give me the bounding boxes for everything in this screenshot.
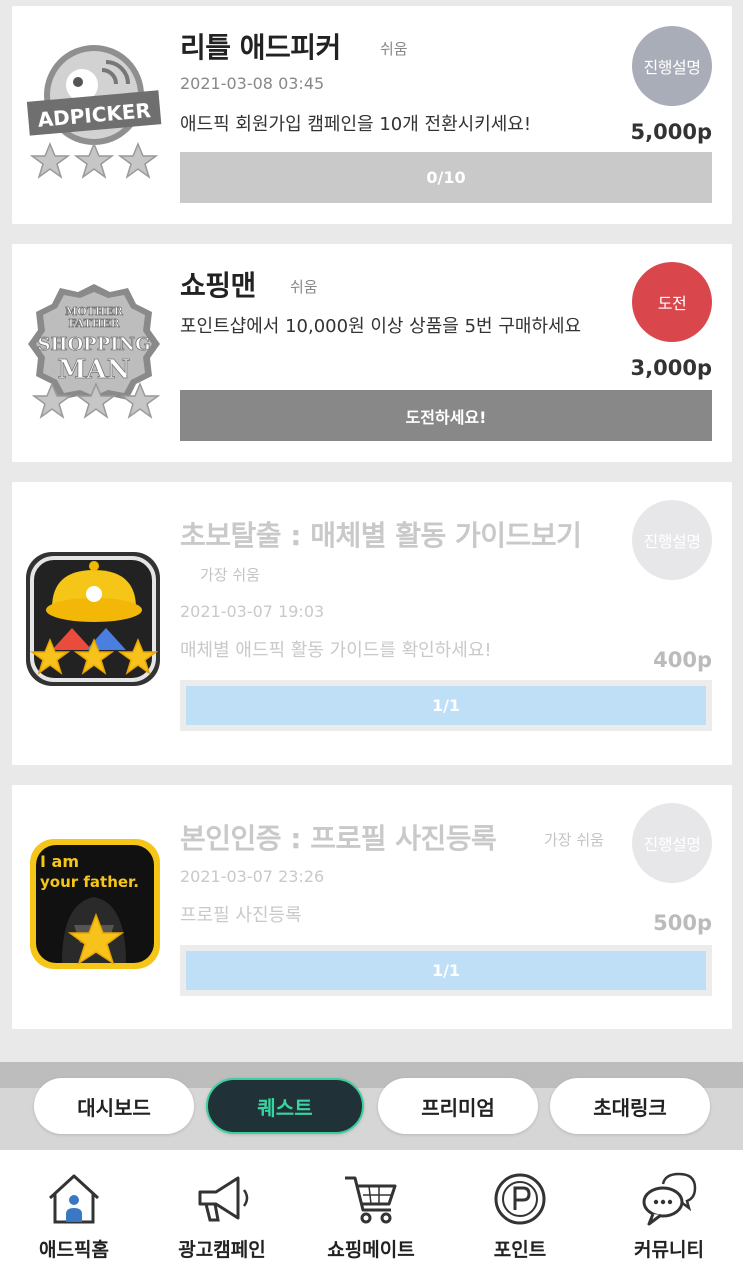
badge-text: I am	[40, 852, 79, 871]
tab-quest[interactable]: 퀘스트	[206, 1078, 364, 1134]
quest-title: 본인인증 : 프로필 사진등록	[180, 822, 497, 855]
quest-date: 2021-03-07 23:26	[180, 867, 325, 886]
your-father-badge-icon: I am your father.	[30, 839, 160, 969]
adpicker-badge-icon: ADPICKER	[26, 45, 162, 179]
challenge-label: 도전하세요!	[405, 407, 487, 427]
status-badge[interactable]: 진행설명	[632, 803, 712, 883]
tab-dashboard[interactable]: 대시보드	[34, 1078, 194, 1134]
quest-points: 500p	[653, 911, 712, 935]
progress-label: 1/1	[431, 961, 461, 980]
nav-label: 애드픽홈	[39, 1239, 109, 1261]
quest-points: 400p	[653, 648, 712, 672]
nav-item-home[interactable]: 애드픽홈	[0, 1150, 148, 1273]
beginner-hat-badge-icon	[26, 552, 160, 686]
quest-description: 애드픽 회원가입 캠페인을 10개 전환시키세요!	[180, 114, 532, 135]
progress-fill: 1/1	[186, 686, 706, 725]
svg-text:FATHER: FATHER	[68, 317, 120, 330]
tab-premium[interactable]: 프리미엄	[378, 1078, 538, 1134]
quest-description: 프로필 사진등록	[180, 905, 302, 926]
nav-item-shopping-mate[interactable]: 쇼핑메이트	[297, 1150, 445, 1273]
quest-difficulty: 쉬움	[290, 278, 318, 296]
quest-card[interactable]: MOTHER FATHER SHOPPING MAN 쇼핑맨 쉬움 포인트샵에서…	[12, 244, 732, 462]
nav-label: 광고캠페인	[178, 1239, 266, 1261]
nav-label: 쇼핑메이트	[327, 1239, 415, 1261]
progress-bar: 1/1	[180, 945, 712, 996]
progress-label: 0/10	[426, 168, 466, 187]
progress-label: 1/1	[431, 696, 461, 715]
quest-date: 2021-03-07 19:03	[180, 602, 325, 621]
tab-invite-link[interactable]: 초대링크	[550, 1078, 710, 1134]
home-icon	[48, 1174, 100, 1224]
quest-title: 쇼핑맨	[180, 269, 256, 302]
quest-title: 리틀 애드피커	[180, 31, 341, 64]
status-badge[interactable]: 진행설명	[632, 26, 712, 106]
quest-difficulty: 가장 쉬움	[200, 566, 260, 584]
progress-fill: 1/1	[186, 951, 706, 990]
quest-points: 5,000p	[630, 120, 712, 144]
quest-card[interactable]: I am your father. 본인인증 : 프로필 사진등록 가장 쉬움 …	[12, 785, 732, 1029]
nav-label: 커뮤니티	[634, 1239, 704, 1261]
progress-bar: 0/10	[180, 152, 712, 203]
quest-date: 2021-03-08 03:45	[180, 74, 325, 93]
quest-card[interactable]: ADPICKER 리틀 애드피커 쉬움 2021-03-08 03:45 애드픽…	[12, 6, 732, 224]
chat-bubbles-icon	[642, 1172, 697, 1226]
shopping-man-badge-icon: MOTHER FATHER SHOPPING MAN	[28, 284, 161, 419]
nav-item-point[interactable]: 포인트	[446, 1150, 594, 1273]
quest-description: 매체별 애드픽 활동 가이드를 확인하세요!	[180, 640, 492, 661]
quest-points: 3,000p	[630, 356, 712, 380]
status-badge[interactable]: 진행설명	[632, 500, 712, 580]
nav-item-community[interactable]: 커뮤니티	[595, 1150, 743, 1273]
quest-difficulty: 가장 쉬움	[544, 831, 604, 849]
nav-label: 포인트	[493, 1239, 547, 1261]
megaphone-icon	[198, 1176, 249, 1222]
quest-title: 초보탈출 : 매체별 활동 가이드보기	[180, 519, 582, 552]
progress-bar: 1/1	[180, 680, 712, 731]
quest-description: 포인트샵에서 10,000원 이상 상품을 5번 구매하세요	[180, 316, 582, 337]
challenge-bar[interactable]: 도전하세요!	[180, 390, 712, 441]
svg-text:MAN: MAN	[58, 355, 131, 385]
quest-card[interactable]: 초보탈출 : 매체별 활동 가이드보기 가장 쉬움 2021-03-07 19:…	[12, 482, 732, 765]
challenge-button[interactable]: 도전	[632, 262, 712, 342]
bottom-nav: 애드픽홈 광고캠페인 쇼핑메이트 포인트 커뮤니티	[0, 1150, 743, 1273]
shopping-cart-icon	[345, 1176, 397, 1224]
quest-difficulty: 쉬움	[380, 40, 408, 58]
point-coin-icon	[494, 1173, 546, 1225]
badge-text: your father.	[40, 873, 139, 891]
svg-text:SHOPPING: SHOPPING	[37, 334, 150, 355]
nav-item-ad-campaign[interactable]: 광고캠페인	[148, 1150, 296, 1273]
